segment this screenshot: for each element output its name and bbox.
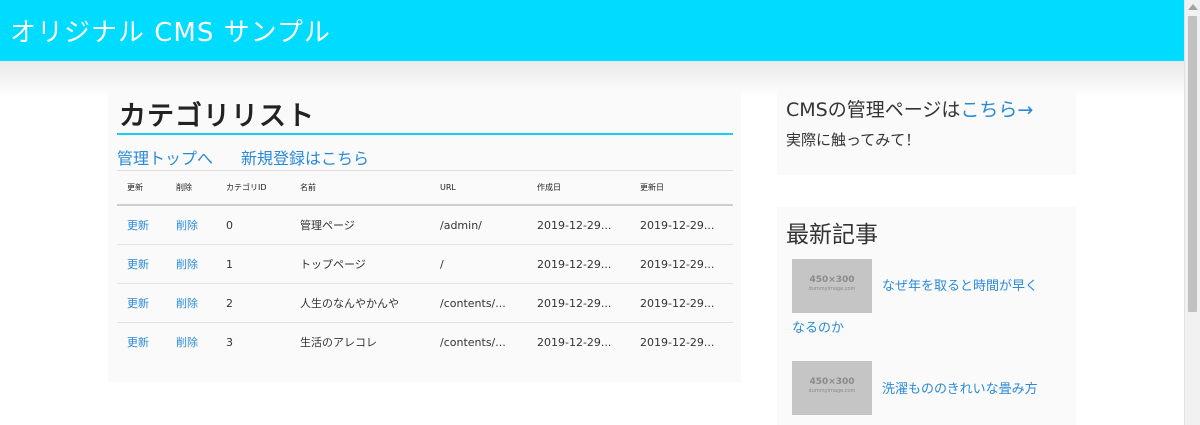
scrollbar-thumb[interactable] (1188, 16, 1197, 312)
updated-date: 2019-12-29... (630, 205, 733, 245)
title-underline (117, 133, 733, 135)
column-header-url: URL (430, 170, 527, 206)
site-title[interactable]: オリジナル CMS サンプル (10, 12, 331, 49)
table-header-row: 更新 削除 カテゴリID 名前 URL 作成日 更新日 (117, 170, 733, 206)
delete-link[interactable]: 削除 (176, 219, 198, 232)
page-scrollbar[interactable] (1184, 0, 1200, 425)
article-link[interactable]: 洗濯もののきれいな畳み方 (882, 378, 1038, 397)
created-date: 2019-12-29... (527, 244, 630, 284)
admin-info-line: CMSの管理ページはこちら→ (786, 95, 1033, 122)
update-link[interactable]: 更新 (127, 258, 149, 271)
category-name: 生活のアレコレ (300, 336, 377, 349)
latest-articles-heading: 最新記事 (786, 222, 878, 248)
category-list-panel: カテゴリリスト 管理トップへ 新規登録はこちら 更新 削除 カテゴリID 名前 U… (108, 88, 741, 382)
category-id: 2 (216, 283, 290, 323)
delete-link[interactable]: 削除 (176, 258, 198, 271)
updated-date: 2019-12-29... (640, 335, 715, 349)
admin-info-box: CMSの管理ページはこちら→ 実際に触ってみて！ (777, 88, 1076, 175)
category-url: /contents/... (430, 283, 527, 323)
created-date: 2019-12-29... (527, 205, 630, 245)
latest-articles-box: 最新記事 450×300 dummyimage.com なぜ年を取ると時間が早く… (777, 207, 1076, 425)
created-date: 2019-12-29... (527, 283, 630, 323)
page-title: カテゴリリスト (119, 101, 315, 132)
updated-date: 2019-12-29... (630, 244, 733, 284)
column-header-name: 名前 (290, 170, 430, 206)
action-links: 管理トップへ 新規登録はこちら (117, 145, 369, 169)
thumbnail-size-label: 450×300 (809, 377, 855, 387)
new-register-link[interactable]: 新規登録はこちら (241, 149, 369, 168)
admin-info-subtext: 実際に触ってみて！ (786, 131, 921, 149)
category-name: 人生のなんやかんや (290, 283, 430, 323)
table-row: 更新 削除 1 トップページ / 2019-12-29... 2019-12-2… (117, 244, 733, 284)
thumbnail-source-label: dummyimage.com (808, 286, 856, 292)
article-link[interactable]: なぜ年を取ると時間が早く (882, 275, 1038, 294)
thumbnail-source-label: dummyimage.com (808, 388, 856, 394)
article-thumbnail[interactable]: 450×300 dummyimage.com (792, 259, 872, 313)
created-date: 2019-12-29... (537, 335, 612, 349)
article-link-continued[interactable]: なるのか (792, 317, 844, 336)
column-header-delete: 削除 (166, 170, 216, 206)
delete-link[interactable]: 削除 (176, 297, 198, 310)
category-url: / (430, 244, 527, 284)
update-link[interactable]: 更新 (127, 219, 149, 232)
updated-date: 2019-12-29... (630, 283, 733, 323)
category-id: 0 (216, 205, 290, 245)
admin-top-link[interactable]: 管理トップへ (117, 149, 213, 168)
delete-link[interactable]: 削除 (176, 336, 198, 349)
column-header-updated: 更新日 (630, 170, 733, 206)
site-header: オリジナル CMS サンプル (0, 0, 1184, 61)
update-link[interactable]: 更新 (127, 297, 149, 310)
thumbnail-size-label: 450×300 (809, 275, 855, 285)
category-name: 管理ページ (290, 205, 430, 245)
category-id: 3 (226, 335, 233, 349)
update-link[interactable]: 更新 (127, 336, 149, 349)
scroll-up-arrow-icon[interactable] (1188, 4, 1198, 10)
admin-info-text: CMSの管理ページは (786, 99, 961, 121)
column-header-update: 更新 (117, 170, 166, 206)
category-name: トップページ (290, 244, 430, 284)
table-row: 更新 削除 0 管理ページ /admin/ 2019-12-29... 2019… (117, 205, 733, 245)
column-header-created: 作成日 (527, 170, 630, 206)
category-url: /admin/ (430, 205, 527, 245)
article-thumbnail[interactable]: 450×300 dummyimage.com (792, 361, 872, 415)
category-url: /contents/... (440, 335, 506, 349)
table-row: 更新 削除 2 人生のなんやかんや /contents/... 2019-12-… (117, 283, 733, 323)
table-row: 更新 削除 3 生活のアレコレ /contents/... 2019-12-29… (117, 323, 733, 362)
column-header-category-id: カテゴリID (216, 170, 290, 206)
admin-page-link[interactable]: こちら→ (960, 99, 1033, 121)
category-table: 更新 削除 カテゴリID 名前 URL 作成日 更新日 更新 削除 0 管理ペー… (117, 170, 733, 361)
category-id: 1 (216, 244, 290, 284)
